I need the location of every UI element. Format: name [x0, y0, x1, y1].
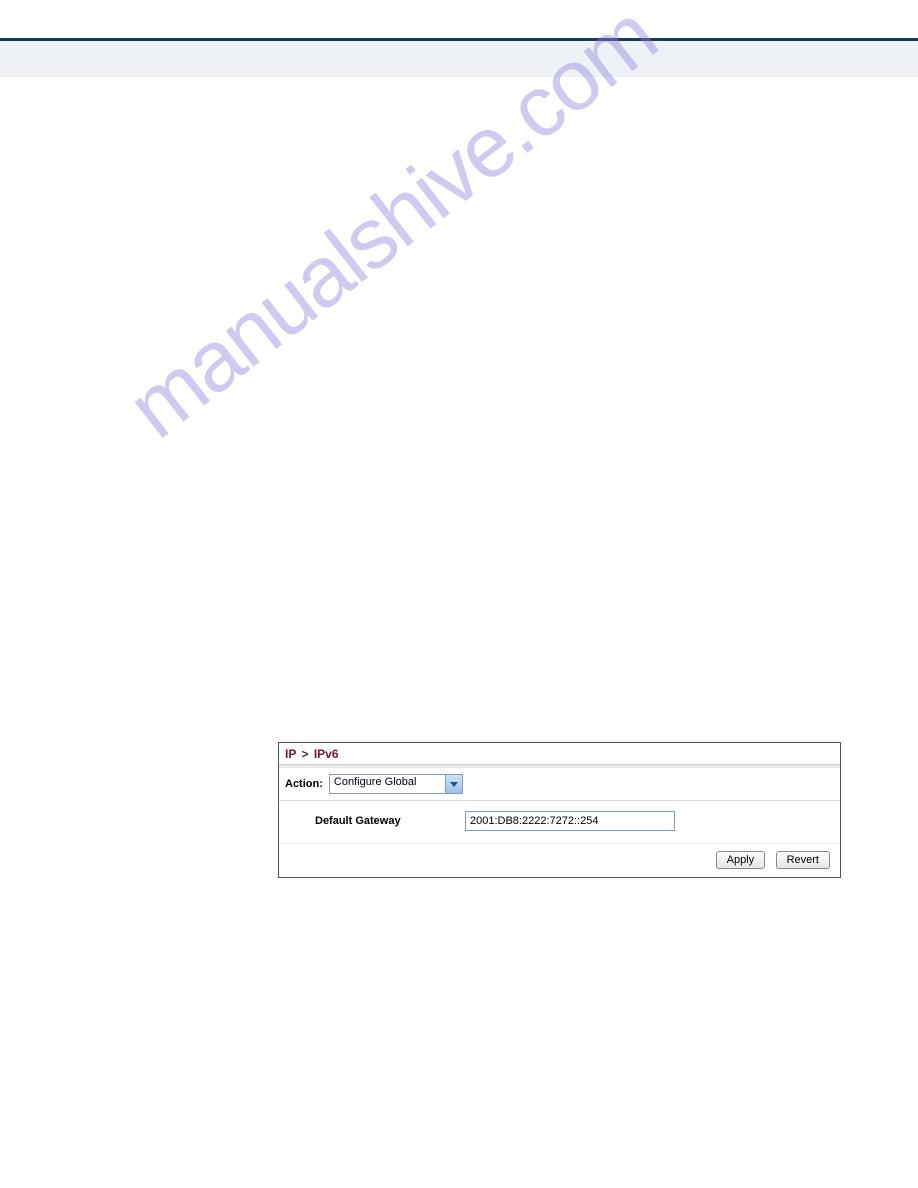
title-divider [279, 764, 840, 768]
breadcrumb-segment-ip: IP [285, 747, 296, 761]
ipv6-config-panel: IP > IPv6 Action: Configure Global Defau… [278, 742, 841, 878]
breadcrumb: IP > IPv6 [279, 743, 840, 764]
action-row: Action: Configure Global [279, 770, 840, 801]
button-row: Apply Revert [279, 843, 840, 877]
chevron-down-icon [445, 775, 462, 793]
breadcrumb-segment-ipv6: IPv6 [314, 747, 339, 761]
action-select-value: Configure Global [330, 775, 445, 793]
breadcrumb-separator: > [301, 747, 308, 761]
revert-button[interactable]: Revert [776, 851, 830, 869]
action-select[interactable]: Configure Global [329, 774, 463, 794]
default-gateway-input[interactable] [465, 811, 675, 831]
action-label: Action: [285, 778, 323, 790]
default-gateway-row: Default Gateway [279, 801, 840, 837]
default-gateway-label: Default Gateway [315, 815, 465, 827]
apply-button[interactable]: Apply [716, 851, 766, 869]
header-band [0, 41, 918, 77]
